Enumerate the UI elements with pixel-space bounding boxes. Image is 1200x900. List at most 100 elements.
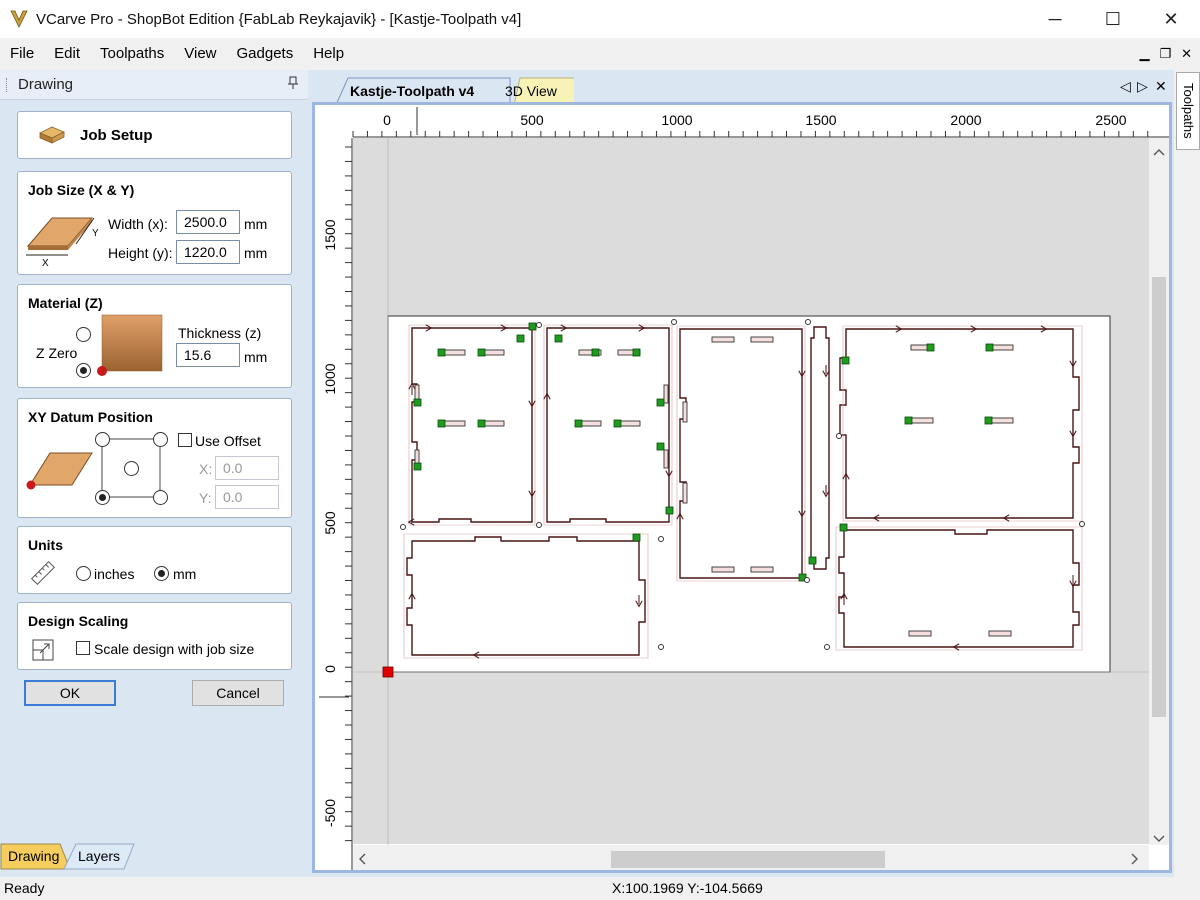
ruler-x-label-2500: 2500 [1095,112,1126,128]
units-inches-radio[interactable] [76,566,91,581]
units-title: Units [28,537,63,553]
ruler-icon [30,560,56,586]
panel-header: Drawing [0,70,308,100]
window-title: VCarve Pro - ShopBot Edition {FabLab Rey… [36,10,522,28]
job-setup-icon [39,126,65,144]
datum-center-radio[interactable] [124,461,139,476]
drawing-canvas[interactable]: 0 500 1000 1500 2000 2500 1500 1000 500 … [315,105,1169,870]
datum-bottom-left-radio[interactable] [95,490,110,505]
units-inches-label: inches [94,566,135,582]
tab-layers[interactable]: Layers [72,844,126,870]
offset-y-input[interactable]: 0.0 [215,485,279,509]
ruler-x-label-0: 0 [383,112,391,128]
ruler-y-label-0: 0 [322,665,338,673]
menu-help[interactable]: Help [303,38,354,70]
scale-design-checkbox[interactable] [76,641,90,655]
offset-x-label: X: [199,461,213,477]
menu-file[interactable]: File [0,38,44,70]
panel-title: Drawing [18,76,74,93]
tab-scroll-left-icon[interactable]: ◁ [1120,78,1131,95]
tab-kastje-toolpath[interactable]: Kastje-Toolpath v4 [340,78,484,104]
drawing-panel: Drawing Job Setup Job Size (X & Y) X Y W… [0,70,308,877]
ok-button[interactable]: OK [24,680,116,706]
cancel-button[interactable]: Cancel [192,680,284,706]
tab-drawing[interactable]: Drawing [2,844,65,870]
scale-icon [32,639,54,661]
datum-title: XY Datum Position [28,409,153,425]
ruler-x-label-2000: 2000 [950,112,981,128]
y-axis-label: Y [92,228,99,239]
vcarve-logo-icon [10,10,28,28]
mdi-restore-button[interactable]: ❐ [1159,46,1171,62]
material-block-icon [97,314,163,376]
job-size-group: Job Size (X & Y) X Y Width (x): 2500.0 m… [17,171,292,275]
z-zero-bottom-radio[interactable] [76,363,91,378]
z-zero-label: Z Zero [36,345,78,361]
datum-top-left-radio[interactable] [95,432,110,447]
thickness-unit: mm [244,349,268,365]
origin-marker [382,666,394,678]
menu-toolpaths[interactable]: Toolpaths [90,38,174,70]
ruler-y-label-1000: 1000 [322,363,338,394]
close-button[interactable]: ✕ [1142,0,1200,38]
width-input[interactable]: 2500.0 [176,210,240,234]
height-label: Height (y): [108,245,173,261]
z-zero-top-radio[interactable] [76,327,91,342]
ruler-x-label-1500: 1500 [805,112,836,128]
grip-handle[interactable] [6,78,9,92]
height-unit: mm [244,245,268,261]
units-mm-radio[interactable] [154,566,169,581]
ruler-x-label-1000: 1000 [661,112,692,128]
vertical-scroll-thumb[interactable] [1152,277,1166,717]
tab-close-icon[interactable]: ✕ [1155,78,1167,95]
job-size-title: Job Size (X & Y) [28,182,135,198]
offset-y-label: Y: [199,490,212,506]
units-mm-label: mm [173,566,197,582]
width-label: Width (x): [108,216,168,232]
datum-top-right-radio[interactable] [153,432,168,447]
tab-3d-view[interactable]: 3D View [495,78,567,104]
job-setup-label: Job Setup [80,127,153,144]
mdi-minimize-button[interactable]: ▁ [1139,46,1149,62]
panel-bottom-tabs: Drawing Layers [0,842,308,870]
thickness-label: Thickness (z) [178,325,262,341]
menu-bar: File Edit Toolpaths View Gadgets Help ▁ … [0,38,1200,70]
minimize-button[interactable]: ─ [1026,0,1084,38]
mdi-close-button[interactable]: ✕ [1181,46,1192,62]
ruler-y-label-1500: 1500 [322,219,338,250]
xy-datum-group: XY Datum Position Use Offset X: 0.0 Y: 0… [17,398,292,518]
drawing-view-frame: 0 500 1000 1500 2000 2500 1500 1000 500 … [312,102,1172,873]
material-title: Material (Z) [28,295,103,311]
design-scaling-group: Design Scaling Scale design with job siz… [17,602,292,670]
height-input[interactable]: 1220.0 [176,240,240,264]
datum-sheet-icon [26,452,93,490]
material-sheet [387,315,1111,673]
units-group: Units inches mm [17,526,292,594]
offset-x-input[interactable]: 0.0 [215,456,279,480]
job-setup-button[interactable]: Job Setup [17,111,292,159]
pin-icon[interactable] [288,76,298,93]
datum-bottom-right-radio[interactable] [153,490,168,505]
tab-scroll-right-icon[interactable]: ▷ [1137,78,1148,95]
job-size-sheet-icon [26,217,95,256]
menu-edit[interactable]: Edit [44,38,90,70]
material-group: Material (Z) Z Zero Thickness (z) 15.6 m… [17,284,292,388]
scaling-title: Design Scaling [28,613,129,629]
menu-gadgets[interactable]: Gadgets [227,38,304,70]
ruler-x-label-500: 500 [520,112,544,128]
ruler-y-label-minus500: -500 [322,799,338,827]
right-side-strip: Toolpaths [1174,70,1200,877]
toolpaths-side-tab[interactable]: Toolpaths [1176,72,1200,150]
use-offset-checkbox[interactable] [178,433,192,447]
horizontal-scroll-thumb[interactable] [611,851,885,868]
thickness-input[interactable]: 15.6 [176,343,240,367]
menu-view[interactable]: View [174,38,226,70]
x-axis-label: X [42,258,49,269]
cursor-coordinates: X:100.1969 Y:-104.5669 [612,880,763,896]
document-area: Kastje-Toolpath v4 3D View ◁ ▷ ✕ 0 500 1… [308,70,1174,877]
scale-design-label: Scale design with job size [94,641,255,657]
width-unit: mm [244,216,268,232]
maximize-button[interactable]: ☐ [1084,0,1142,38]
title-bar: VCarve Pro - ShopBot Edition {FabLab Rey… [0,0,1200,38]
horizontal-ruler [315,105,1169,138]
